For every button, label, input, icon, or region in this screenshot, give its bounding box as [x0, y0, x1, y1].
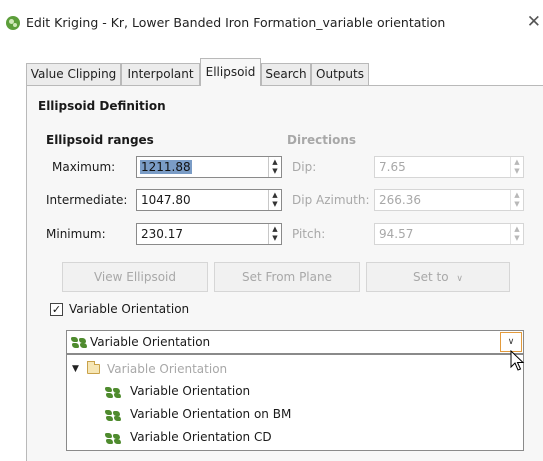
pitch-value: 94.57: [379, 227, 414, 241]
chevron-down-icon[interactable]: ∨: [500, 332, 522, 352]
maximum-label: Maximum:: [52, 160, 116, 174]
tab-ellipsoid[interactable]: Ellipsoid: [200, 58, 261, 86]
dropdown-folder-label: Variable Orientation: [107, 362, 228, 376]
ranges-title: Ellipsoid ranges: [46, 133, 154, 147]
dip-spinbox[interactable]: 7.65 ▲ ▼: [374, 156, 524, 178]
mouse-cursor-icon: [510, 350, 525, 371]
title-bar: Edit Kriging - Kr, Lower Banded Iron For…: [0, 0, 543, 46]
dip-azimuth-value: 266.36: [379, 193, 421, 207]
dip-value: 7.65: [379, 160, 406, 174]
dip-label: Dip:: [292, 160, 317, 174]
leapfrog-app-icon: [6, 16, 20, 30]
variable-orientation-dropdown: ▼ Variable Orientation Variable Orientat…: [66, 354, 524, 451]
maximum-spinbox[interactable]: 1211.88 ▲ ▼: [136, 156, 282, 178]
dip-azimuth-spinbox[interactable]: 266.36 ▲ ▼: [374, 189, 524, 211]
intermediate-value: 1047.80: [141, 193, 191, 207]
minimum-value: 230.17: [141, 227, 183, 241]
dip-azimuth-label: Dip Azimuth:: [292, 193, 370, 207]
window-title: Edit Kriging - Kr, Lower Banded Iron For…: [26, 15, 446, 30]
minimum-spinbox[interactable]: 230.17 ▲ ▼: [136, 223, 282, 245]
intermediate-spinbox[interactable]: 1047.80 ▲ ▼: [136, 189, 282, 211]
variable-orientation-icon: [105, 387, 121, 399]
variable-orientation-checkbox[interactable]: ✓: [50, 303, 63, 316]
maximum-value: 1211.88: [140, 160, 192, 174]
variable-orientation-checkbox-label: Variable Orientation: [69, 302, 190, 316]
tab-interpolant[interactable]: Interpolant: [121, 63, 200, 86]
folder-icon: [87, 361, 100, 374]
variable-orientation-selected: Variable Orientation: [90, 335, 211, 349]
dropdown-item-variable-orientation-on-bm[interactable]: Variable Orientation on BM: [130, 407, 291, 421]
spin-arrows-icon[interactable]: ▲ ▼: [268, 157, 281, 177]
tab-search[interactable]: Search: [261, 63, 311, 86]
minimum-label: Minimum:: [46, 227, 106, 241]
section-title: Ellipsoid Definition: [38, 99, 166, 113]
variable-orientation-icon: [105, 433, 121, 445]
set-to-label: Set to: [413, 270, 449, 284]
tab-value-clipping[interactable]: Value Clipping: [26, 63, 121, 86]
spin-arrows-icon[interactable]: ▲ ▼: [510, 157, 523, 177]
spin-arrows-icon[interactable]: ▲ ▼: [268, 224, 281, 244]
dropdown-item-variable-orientation-cd[interactable]: Variable Orientation CD: [130, 430, 272, 444]
dropdown-item-variable-orientation[interactable]: Variable Orientation: [130, 384, 250, 398]
view-ellipsoid-button[interactable]: View Ellipsoid: [62, 262, 208, 292]
intermediate-label: Intermediate:: [46, 193, 128, 207]
variable-orientation-select[interactable]: Variable Orientation ∨: [66, 330, 524, 354]
chevron-down-icon: ∨: [456, 274, 463, 284]
spin-arrows-icon[interactable]: ▲ ▼: [510, 224, 523, 244]
set-to-button[interactable]: Set to ∨: [366, 262, 510, 292]
variable-orientation-icon: [71, 337, 87, 349]
variable-orientation-icon: [105, 410, 121, 422]
spin-arrows-icon[interactable]: ▲ ▼: [268, 190, 281, 210]
expand-triangle-icon[interactable]: ▼: [72, 364, 79, 374]
pitch-label: Pitch:: [292, 227, 326, 241]
close-icon[interactable]: ✕: [527, 12, 541, 32]
directions-title: Directions: [287, 133, 357, 147]
pitch-spinbox[interactable]: 94.57 ▲ ▼: [374, 223, 524, 245]
spin-arrows-icon[interactable]: ▲ ▼: [510, 190, 523, 210]
set-from-plane-button[interactable]: Set From Plane: [214, 262, 360, 292]
tab-outputs[interactable]: Outputs: [311, 63, 369, 86]
